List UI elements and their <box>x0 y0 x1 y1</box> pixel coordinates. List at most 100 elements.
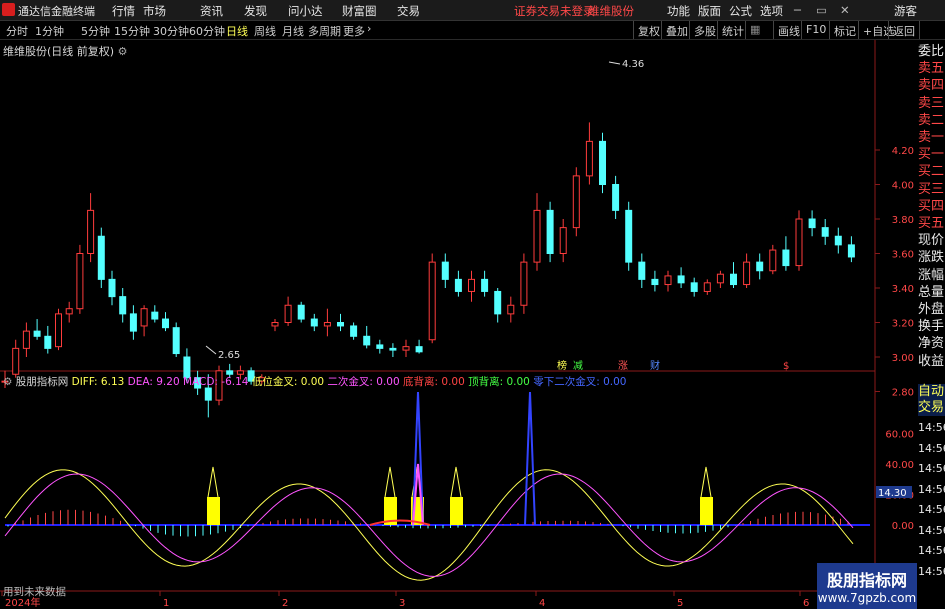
period-30min[interactable]: 30分钟 <box>153 23 189 39</box>
candle-body <box>782 249 790 267</box>
grid-icon[interactable]: ▦ <box>745 21 773 39</box>
menu-market[interactable]: 市场 <box>143 3 166 19</box>
x-tick: 5 <box>677 598 683 609</box>
indicator-tick: 60.00 <box>885 430 914 441</box>
quote-label[interactable]: 卖五 <box>918 61 945 77</box>
period-daily[interactable]: 日线 <box>226 23 248 39</box>
candle-body <box>271 322 279 327</box>
x-tick: 6 <box>803 598 809 609</box>
auto-trade-button[interactable]: 交易 <box>918 400 945 416</box>
settings-gear-icon[interactable]: ⚙ <box>118 45 128 58</box>
menu-function[interactable]: 功能 <box>667 3 690 19</box>
period-15min[interactable]: 15分钟 <box>114 23 150 39</box>
signal-spike <box>384 466 396 498</box>
candle-body <box>834 235 842 246</box>
trade-time: 14:56 <box>918 544 945 557</box>
price-tick: 3.00 <box>892 353 914 364</box>
candle-body <box>638 261 646 280</box>
candle-body <box>76 253 84 310</box>
period-timeshare[interactable]: 分时 <box>6 23 28 39</box>
tool-overlay[interactable]: 叠加 <box>661 21 692 39</box>
quote-label[interactable]: 买三 <box>918 182 945 198</box>
high-label: 4.36 <box>622 59 644 70</box>
candle-body <box>612 184 620 211</box>
quote-label[interactable]: 净资 <box>918 336 945 352</box>
candle-body <box>297 304 305 320</box>
event-marker: $ <box>783 361 789 372</box>
minimize-icon[interactable]: ─ <box>794 3 801 17</box>
indicator-field: 零下二次金叉: 0.00 <box>529 376 627 388</box>
stock-tag[interactable]: 维维股份 <box>588 3 634 19</box>
menu-quotes[interactable]: 行情 <box>112 3 135 19</box>
period-multi[interactable]: 多周期 <box>308 23 341 39</box>
tool-back[interactable]: 返回 <box>888 21 920 39</box>
quote-label[interactable]: 卖二 <box>918 113 945 129</box>
price-chart[interactable]: 4.204.003.803.603.403.203.002.8060.0040.… <box>0 40 918 609</box>
candle-body <box>33 330 41 337</box>
signal-block <box>450 497 463 525</box>
x-tick: 2 <box>282 598 288 609</box>
signal-spike <box>450 466 462 498</box>
tool-mark[interactable]: 标记 <box>829 21 860 39</box>
quote-label[interactable]: 卖四 <box>918 78 945 94</box>
tool-restore-rights[interactable]: 复权 <box>633 21 664 39</box>
menu-formula[interactable]: 公式 <box>729 3 752 19</box>
menu-discover[interactable]: 发现 <box>244 3 267 19</box>
candle-body <box>402 346 410 351</box>
tool-f10[interactable]: F10 <box>801 21 830 39</box>
tool-stats[interactable]: 统计 <box>717 21 748 39</box>
tool-draw[interactable]: 画线 <box>773 21 804 39</box>
quote-label[interactable]: 卖三 <box>918 96 945 112</box>
trade-time: 14:56 <box>918 503 945 516</box>
close-icon[interactable]: ✕ <box>840 3 850 17</box>
candle-body <box>468 278 475 292</box>
quote-label[interactable]: 买四 <box>918 199 945 215</box>
menu-trade[interactable]: 交易 <box>397 3 420 19</box>
period-weekly[interactable]: 周线 <box>254 23 276 39</box>
auto-trade-button[interactable]: 自动 <box>918 384 945 400</box>
candle-body <box>108 278 116 298</box>
candle-body <box>337 322 344 327</box>
tool-multi-stock[interactable]: 多股 <box>689 21 720 39</box>
quote-label[interactable]: 委比 <box>918 44 945 60</box>
indicator-field: 顶背离: 0.00 <box>464 376 530 388</box>
quote-label[interactable]: 现价 <box>918 233 945 249</box>
quote-label[interactable]: 买五 <box>918 216 945 232</box>
guest-user[interactable]: 游客 <box>894 3 917 19</box>
period-1min[interactable]: 1分钟 <box>35 23 64 39</box>
quote-label[interactable]: 总量 <box>918 285 945 301</box>
quote-label[interactable]: 涨跌 <box>918 250 945 266</box>
indicator-tick: 40.00 <box>885 460 914 471</box>
quote-label[interactable]: 卖一 <box>918 130 945 146</box>
login-alert[interactable]: 证券交易未登录 <box>514 3 595 19</box>
menu-layout[interactable]: 版面 <box>698 3 721 19</box>
period-monthly[interactable]: 月线 <box>282 23 304 39</box>
quote-label[interactable]: 买一 <box>918 147 945 163</box>
menu-ask[interactable]: 问小达 <box>288 3 323 19</box>
trade-time: 14:56 <box>918 564 945 578</box>
quote-label[interactable]: 收益 <box>918 354 945 370</box>
price-tick: 3.60 <box>892 250 914 261</box>
menu-news[interactable]: 资讯 <box>200 3 223 19</box>
menu-wealth[interactable]: 财富圈 <box>342 3 377 19</box>
quote-label[interactable]: 涨幅 <box>918 268 945 284</box>
watermark-line1: 股朋指标网 <box>826 571 907 590</box>
chevron-right-icon[interactable]: › <box>367 22 371 35</box>
quote-label[interactable]: 换手 <box>918 319 945 335</box>
price-tick: 3.20 <box>892 319 914 330</box>
indicator-settings-icon[interactable]: ⚙ <box>3 376 12 388</box>
quote-label[interactable]: 买二 <box>918 164 945 180</box>
period-more[interactable]: 更多 <box>343 23 365 39</box>
quote-label[interactable]: 外盘 <box>918 302 945 318</box>
candle-body <box>559 227 567 254</box>
candle-body <box>172 327 180 355</box>
period-5min[interactable]: 5分钟 <box>81 23 110 39</box>
menu-options[interactable]: 选项 <box>760 3 783 19</box>
stock-name: 维维股份(日线 前复权) <box>3 45 115 58</box>
candle-body <box>310 318 318 327</box>
candle-body <box>743 261 751 286</box>
period-60min[interactable]: 60分钟 <box>189 23 225 39</box>
candle-body <box>520 261 528 306</box>
x-tick: 3 <box>399 598 405 609</box>
restore-icon[interactable]: ▭ <box>816 3 827 17</box>
